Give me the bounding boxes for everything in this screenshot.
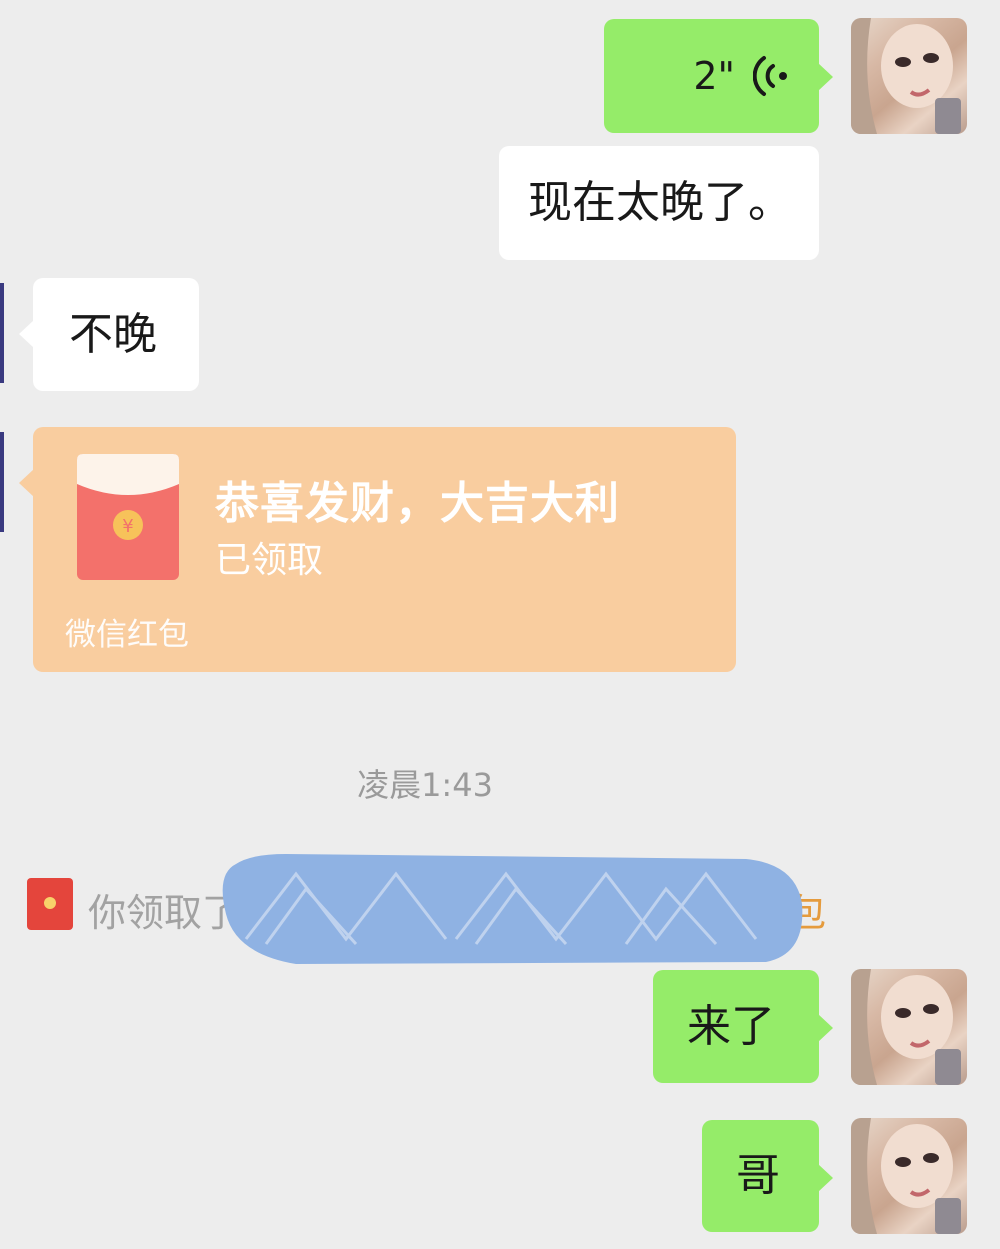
voice-message-bubble[interactable]: 2"	[604, 19, 833, 133]
message-bubble-too-late[interactable]: 现在太晚了。	[499, 146, 819, 260]
message-text: 来了	[687, 1000, 775, 1052]
red-packet-icon: ¥	[77, 454, 179, 580]
svg-text:¥: ¥	[122, 516, 133, 537]
message-text: 现在太晚了。	[528, 177, 792, 228]
red-envelope-small-icon	[27, 878, 73, 930]
left-edge-strip	[0, 432, 4, 532]
red-packet-title: 恭喜发财，大吉大利	[215, 478, 620, 529]
avatar-portrait-icon	[851, 969, 961, 1085]
red-packet-divider	[33, 607, 736, 608]
message-text: 不晚	[69, 308, 157, 360]
red-packet-footer: 微信红包	[65, 617, 189, 653]
red-packet-card[interactable]: ¥ 恭喜发财，大吉大利 已领取 微信红包	[19, 427, 736, 672]
voice-duration: 2"	[693, 54, 735, 98]
voice-wave-icon	[753, 56, 787, 96]
redaction-scribble	[222, 854, 803, 964]
message-text: 哥	[736, 1150, 780, 1201]
message-bubble-bro[interactable]: 哥	[702, 1120, 833, 1232]
avatar-portrait-icon	[851, 1118, 961, 1234]
my-avatar[interactable]	[851, 18, 967, 134]
my-avatar[interactable]	[851, 1118, 967, 1234]
red-packet-status: 已领取	[215, 540, 324, 581]
left-edge-strip	[0, 283, 4, 383]
message-bubble-not-late[interactable]: 不晚	[19, 278, 199, 391]
message-bubble-coming[interactable]: 来了	[653, 970, 833, 1083]
my-avatar[interactable]	[851, 969, 967, 1085]
chat-timestamp: 凌晨1:43	[357, 766, 493, 804]
avatar-portrait-icon	[851, 18, 961, 134]
